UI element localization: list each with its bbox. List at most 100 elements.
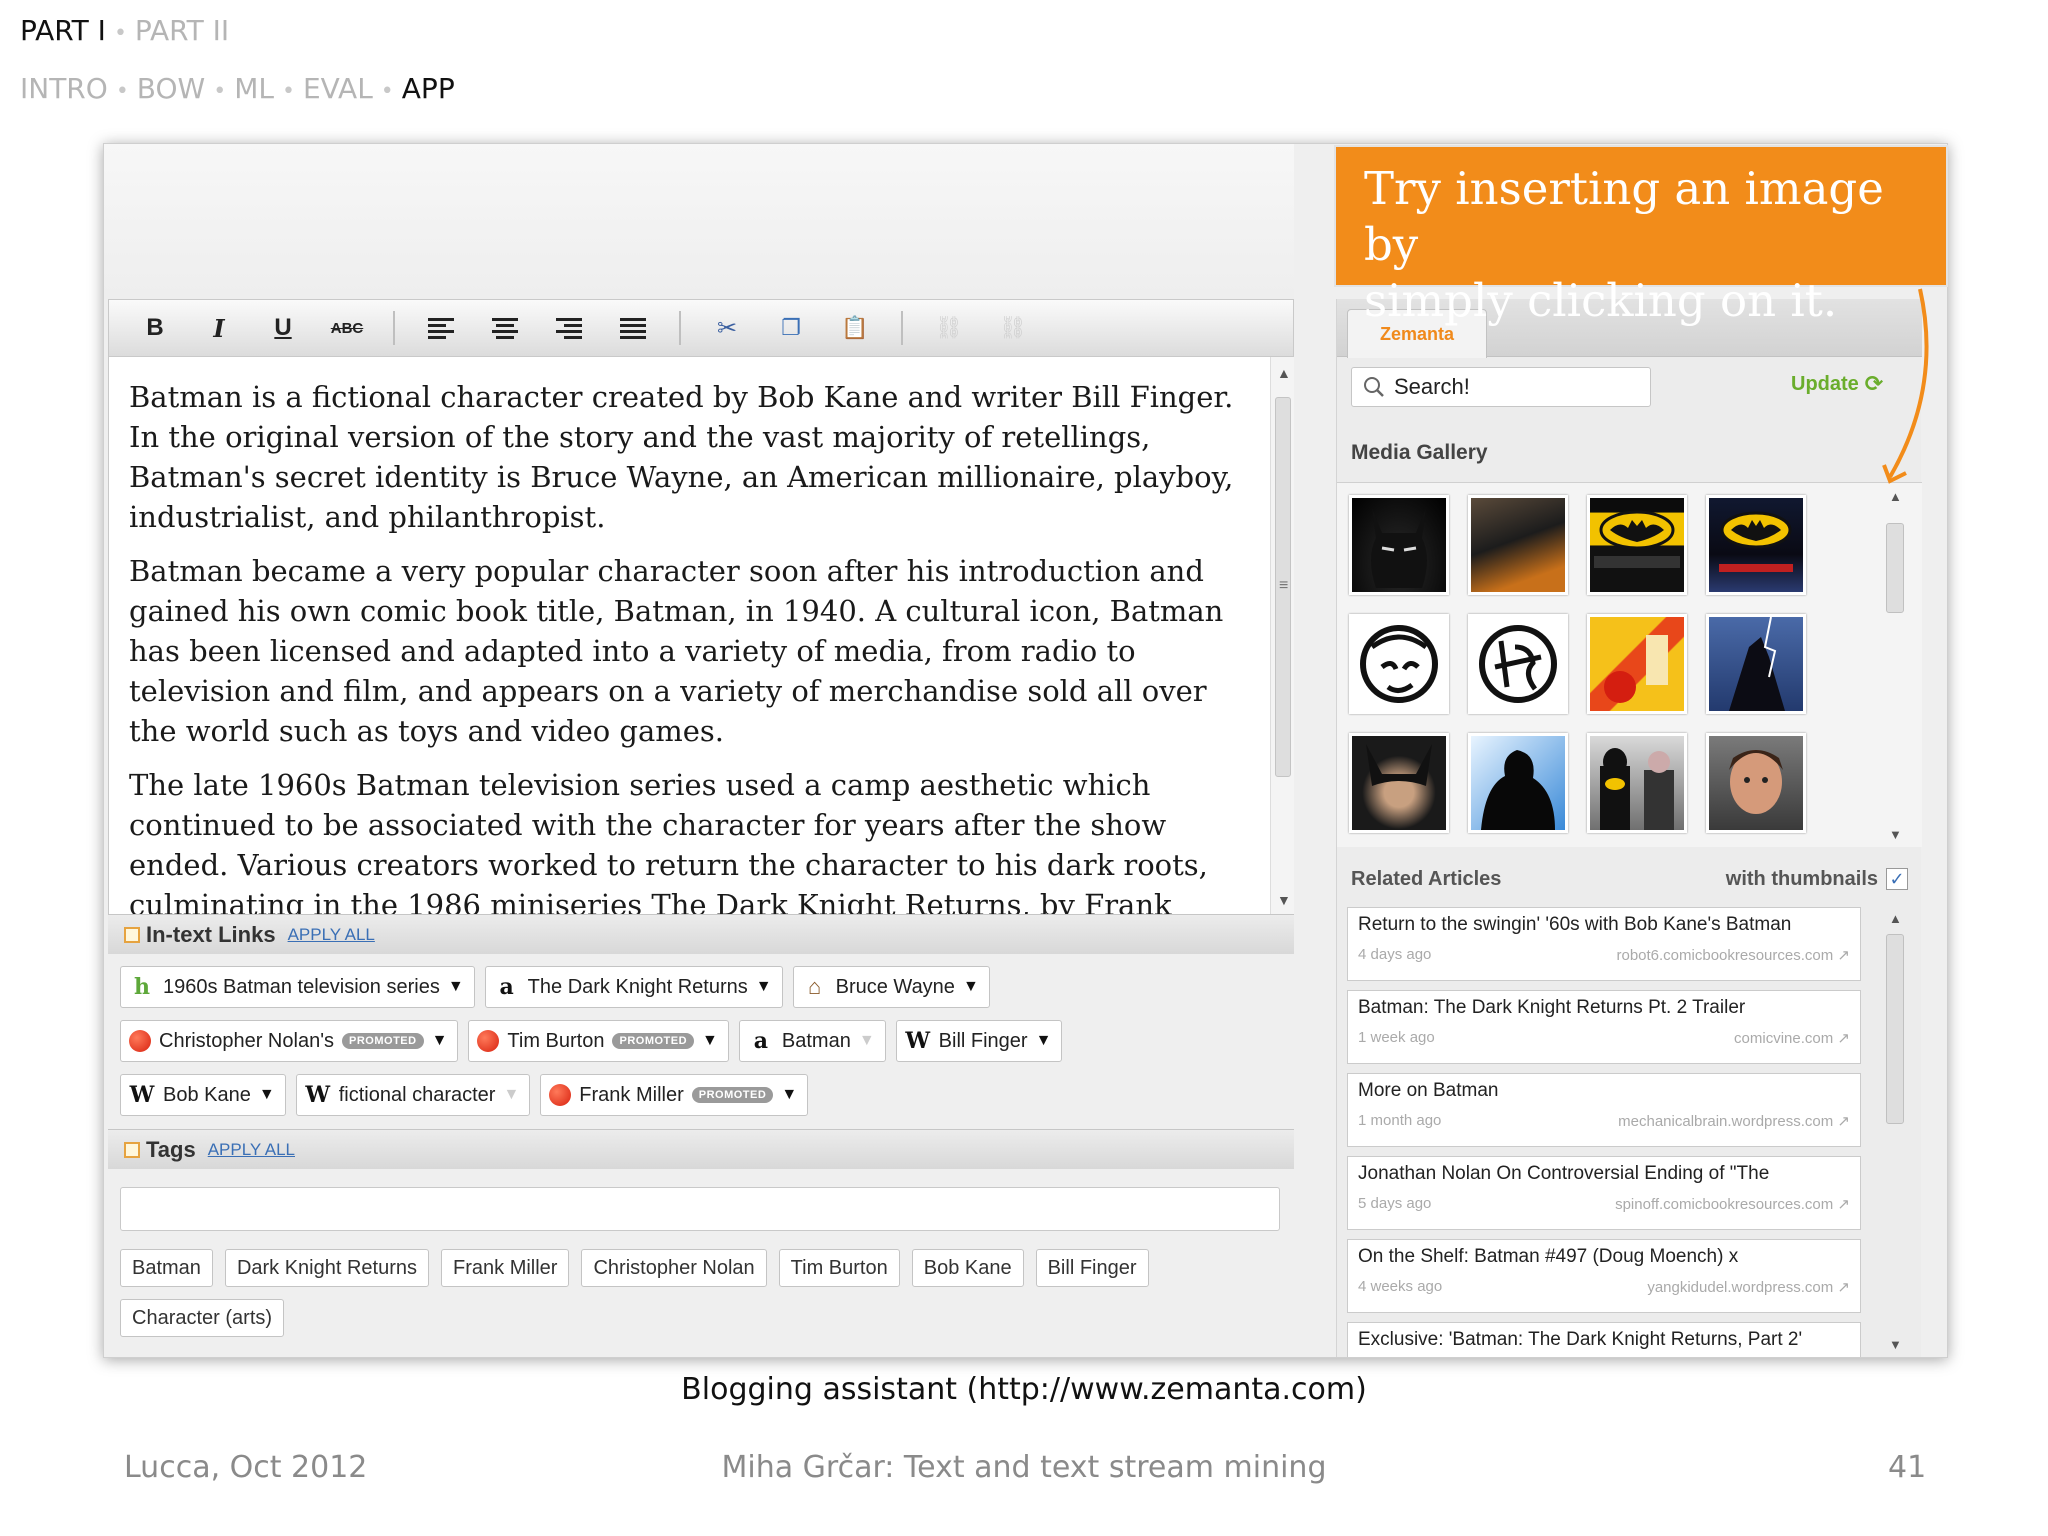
link-chip[interactable]: Frank Miller PROMOTED ▼: [540, 1074, 809, 1116]
thumbnail-grid: [1349, 495, 1806, 833]
chevron-down-icon[interactable]: ▼: [432, 1032, 448, 1050]
gallery-thumbnail[interactable]: [1587, 614, 1687, 714]
link-chip[interactable]: a The Dark Knight Returns ▼: [484, 966, 783, 1008]
promoted-badge: PROMOTED: [342, 1033, 424, 1049]
gallery-thumbnail[interactable]: [1587, 733, 1687, 833]
link-chip[interactable]: h 1960s Batman television series ▼: [120, 966, 475, 1008]
editor-header-area: [104, 144, 1294, 299]
amazon-icon: a: [753, 1028, 769, 1054]
strikethrough-button[interactable]: ABC: [315, 308, 379, 348]
article-title: Exclusive: 'Batman: The Dark Knight Retu…: [1358, 1329, 1803, 1350]
article-item[interactable]: On the Shelf: Batman #497 (Doug Moench) …: [1347, 1239, 1861, 1313]
tag-chip[interactable]: Dark Knight Returns: [224, 1249, 430, 1287]
gallery-thumbnail[interactable]: [1468, 733, 1568, 833]
gallery-thumbnail[interactable]: [1468, 614, 1568, 714]
scroll-thumb[interactable]: [1886, 523, 1904, 613]
tag-chip[interactable]: Bob Kane: [911, 1249, 1024, 1287]
tags-header: Tags APPLY ALL: [108, 1129, 1294, 1169]
link-button[interactable]: ⛓: [917, 308, 981, 348]
scroll-down-icon[interactable]: ▼: [1277, 892, 1291, 908]
link-row: Christopher Nolan's PROMOTED ▼ Tim Burton P…: [120, 1020, 1294, 1062]
scroll-up-icon[interactable]: ▲: [1889, 911, 1902, 926]
link-chip[interactable]: Wfictional character ▼: [295, 1074, 531, 1116]
link-chip[interactable]: W Bob Kane ▼: [120, 1074, 286, 1116]
link-chip[interactable]: W Bill Finger ▼: [895, 1020, 1063, 1062]
gallery-thumbnail[interactable]: [1349, 495, 1449, 595]
justify-button[interactable]: [601, 308, 665, 348]
tag-chip[interactable]: Character (arts): [120, 1299, 285, 1337]
cut-button[interactable]: ✂: [695, 308, 759, 348]
gallery-thumbnail[interactable]: [1587, 495, 1687, 595]
article-item[interactable]: Jonathan Nolan On Controversial Ending o…: [1347, 1156, 1861, 1230]
tags-apply-all-link[interactable]: APPLY ALL: [208, 1140, 295, 1160]
tag-chip[interactable]: Frank Miller: [441, 1249, 570, 1287]
article-title: Jonathan Nolan On Controversial Ending o…: [1358, 1163, 1770, 1184]
intext-apply-all-link[interactable]: APPLY ALL: [288, 925, 375, 945]
chevron-down-icon[interactable]: ▼: [702, 1032, 718, 1050]
editor-toolbar: B I U ABC ✂ ❐ 📋 ⛓ ⛓: [108, 299, 1294, 357]
underline-button[interactable]: U: [251, 308, 315, 348]
chevron-down-icon[interactable]: ▼: [756, 978, 772, 996]
article-age: 4 weeks ago: [1358, 1278, 1443, 1295]
gallery-thumbnail[interactable]: [1349, 614, 1449, 714]
tag-chip[interactable]: Bill Finger: [1035, 1249, 1149, 1287]
batman-cowl-image: [1366, 744, 1432, 786]
update-button[interactable]: Update ⟳: [1791, 371, 1883, 397]
gallery-thumbnail[interactable]: [1706, 614, 1806, 714]
article-source: robot6.comicbookresources.com: [1616, 947, 1834, 964]
link-chip[interactable]: a Batman ▼: [738, 1020, 886, 1062]
italic-button[interactable]: I: [187, 308, 251, 348]
chevron-down-icon[interactable]: ▼: [859, 1032, 875, 1050]
chevron-down-icon[interactable]: ▼: [963, 978, 979, 996]
with-thumbnails-toggle[interactable]: with thumbnails ✓: [1726, 868, 1908, 891]
copy-button[interactable]: ❐: [759, 308, 823, 348]
link-chip[interactable]: Christopher Nolan's PROMOTED ▼: [120, 1020, 459, 1062]
external-link-icon: ↗: [1837, 1279, 1850, 1296]
article-item[interactable]: Exclusive: 'Batman: The Dark Knight Retu…: [1347, 1322, 1861, 1357]
editor-content[interactable]: Batman is a fictional character created …: [108, 357, 1270, 914]
chevron-down-icon[interactable]: ▼: [1036, 1032, 1052, 1050]
align-right-button[interactable]: [537, 308, 601, 348]
gallery-thumbnail[interactable]: [1468, 495, 1568, 595]
gallery-thumbnail[interactable]: [1706, 733, 1806, 833]
checkbox-checked-icon[interactable]: ✓: [1886, 868, 1908, 890]
search-input[interactable]: Search!: [1351, 367, 1651, 407]
search-icon: [1364, 377, 1384, 397]
callout-box: Try inserting an image by simply clickin…: [1334, 145, 1948, 327]
gallery-thumbnail[interactable]: [1349, 733, 1449, 833]
section-icon: [124, 1141, 140, 1158]
scroll-up-icon[interactable]: ▲: [1889, 489, 1902, 504]
link-chip[interactable]: Tim Burton PROMOTED ▼: [468, 1020, 729, 1062]
article-item[interactable]: Return to the swingin' '60s with Bob Kan…: [1347, 907, 1861, 981]
link-chip[interactable]: ⌂ Bruce Wayne ▼: [792, 966, 990, 1008]
paragraph-3: The late 1960s Batman television series …: [129, 768, 1208, 914]
editor-scrollbar[interactable]: ▲ ≡ ▼: [1270, 357, 1294, 914]
tag-chip[interactable]: Batman: [120, 1249, 213, 1287]
gallery-scrollbar[interactable]: ▲ ▼: [1883, 483, 1907, 848]
align-center-icon: [492, 317, 518, 339]
tags-input[interactable]: [120, 1187, 1280, 1231]
article-item[interactable]: More on Batman 1 month ago mechanicalbrai…: [1347, 1073, 1861, 1147]
paste-button[interactable]: 📋: [823, 308, 887, 348]
chevron-down-icon[interactable]: ▼: [259, 1086, 275, 1104]
bold-button[interactable]: B: [123, 308, 187, 348]
gallery-thumbnail[interactable]: [1706, 495, 1806, 595]
scroll-down-icon[interactable]: ▼: [1889, 1337, 1902, 1352]
align-center-button[interactable]: [473, 308, 537, 348]
tag-chip[interactable]: Tim Burton: [778, 1249, 900, 1287]
article-item[interactable]: Batman: The Dark Knight Returns Pt. 2 Tr…: [1347, 990, 1861, 1064]
article-source: yangkidudel.wordpress.com: [1647, 1279, 1834, 1296]
articles-scrollbar[interactable]: ▲ ▼: [1883, 909, 1907, 1357]
scroll-thumb[interactable]: [1886, 934, 1904, 1124]
clipboard-icon: 📋: [841, 315, 869, 340]
article-age: 1 week ago: [1358, 1029, 1435, 1046]
chevron-down-icon[interactable]: ▼: [503, 1086, 519, 1104]
chevron-down-icon[interactable]: ▼: [781, 1086, 797, 1104]
intext-links-area: h 1960s Batman television series ▼ a The Da…: [108, 954, 1294, 1129]
scroll-down-icon[interactable]: ▼: [1889, 827, 1902, 842]
chevron-down-icon[interactable]: ▼: [448, 978, 464, 996]
align-left-button[interactable]: [409, 308, 473, 348]
unlink-button[interactable]: ⛓: [981, 308, 1045, 348]
scroll-up-icon[interactable]: ▲: [1277, 365, 1291, 381]
tag-chip[interactable]: Christopher Nolan: [581, 1249, 767, 1287]
